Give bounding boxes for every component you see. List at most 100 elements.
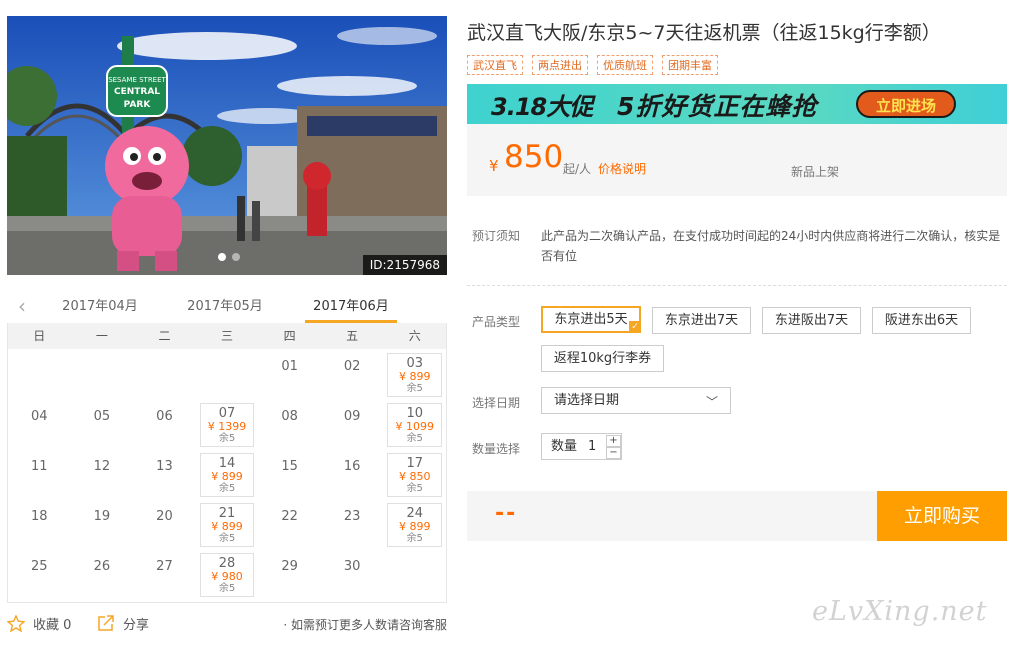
day-stock: 余5 bbox=[218, 483, 236, 494]
day-price: ¥ 980 bbox=[211, 570, 243, 583]
date-select[interactable]: 请选择日期 ﹀ bbox=[541, 387, 731, 414]
day-number: 16 bbox=[343, 459, 361, 474]
share-icon bbox=[98, 615, 114, 631]
price-explain-link[interactable]: 价格说明 bbox=[598, 160, 646, 177]
calendar-day-available[interactable]: 24 ¥ 899 余5 bbox=[383, 499, 446, 549]
calendar-day: 18 bbox=[8, 499, 71, 549]
calendar-weekday-header: 日 一 二 三 四 五 六 bbox=[8, 323, 446, 349]
day-number: 18 bbox=[31, 509, 48, 524]
calendar-day-box: 24 ¥ 899 余5 bbox=[387, 503, 443, 547]
day-number: 06 bbox=[156, 409, 173, 424]
promo-slogan: 5折好货正在蜂抢 bbox=[617, 92, 818, 121]
day-number: 05 bbox=[93, 409, 111, 424]
product-tag: 团期丰富 bbox=[662, 55, 718, 75]
calendar-day: 30 bbox=[321, 549, 384, 599]
calendar-day: 08 bbox=[258, 399, 321, 449]
calendar-day: 06 bbox=[133, 399, 196, 449]
promo-enter-button[interactable]: 立即进场 bbox=[856, 90, 956, 118]
calendar-day-box: 03 ¥ 899 余5 bbox=[387, 353, 443, 397]
product-tags: 武汉直飞 两点进出 优质航班 团期丰富 bbox=[467, 55, 718, 75]
slide-dot-2[interactable] bbox=[232, 253, 240, 261]
day-price: ¥ 899 bbox=[399, 370, 431, 383]
calendar-empty-cell bbox=[196, 349, 259, 399]
calendar-day: 23 bbox=[321, 499, 384, 549]
type-option-label: 东京进出5天 bbox=[554, 312, 628, 327]
calendar-day: 29 bbox=[258, 549, 321, 599]
share-label: 分享 bbox=[123, 618, 150, 633]
promo-event-title: 3.18大促 bbox=[491, 93, 593, 121]
type-option-osaka-tokyo-6d[interactable]: 阪进东出6天 bbox=[872, 307, 971, 334]
day-price: ¥ 1099 bbox=[395, 420, 435, 433]
slide-dot-1[interactable] bbox=[218, 253, 226, 261]
notice-label: 预订须知 bbox=[472, 229, 521, 243]
calendar-day-available[interactable]: 28 ¥ 980 余5 bbox=[196, 549, 259, 599]
day-number: 21 bbox=[218, 506, 236, 521]
plus-icon[interactable]: + bbox=[606, 435, 621, 447]
weekday-label: 二 bbox=[158, 329, 171, 343]
weekday-label: 一 bbox=[95, 329, 108, 343]
day-number: 12 bbox=[93, 459, 111, 474]
calendar-day-available[interactable]: 03 ¥ 899 余5 bbox=[383, 349, 446, 399]
type-option-tokyo-osaka-7d[interactable]: 东进阪出7天 bbox=[762, 307, 861, 334]
type-option-baggage-voucher[interactable]: 返程10kg行李券 bbox=[541, 345, 664, 372]
price-currency: ¥ bbox=[489, 157, 499, 175]
type-option-label: 阪进东出6天 bbox=[884, 313, 959, 328]
total-price: -- bbox=[495, 501, 518, 526]
weekday-label: 三 bbox=[221, 329, 234, 343]
calendar-week-row: 04 05 06 07 ¥ 1399 余5 08 09 10 ¥ 1099 余5 bbox=[8, 399, 446, 449]
type-option-tokyo-7d[interactable]: 东京进出7天 bbox=[652, 307, 751, 334]
promo-banner[interactable]: 3.18大促 5折好货正在蜂抢 立即进场 bbox=[467, 84, 1007, 124]
tab-month-2017-05[interactable]: 2017年05月 bbox=[179, 295, 271, 314]
calendar-day-available[interactable]: 17 ¥ 850 余5 bbox=[383, 449, 446, 499]
buy-now-button[interactable]: 立即购买 bbox=[877, 491, 1007, 541]
calendar-day: 12 bbox=[71, 449, 134, 499]
price-unit: 起/人 bbox=[563, 162, 592, 176]
calendar-grid: 01 02 03 ¥ 899 余5 04 05 06 07 ¥ 1399 余5 08 09 10 ¥ 109… bbox=[8, 349, 446, 599]
site-watermark: eLvXing.net bbox=[812, 596, 988, 627]
calendar-day: 04 bbox=[8, 399, 71, 449]
calendar-week-row: 25 26 27 28 ¥ 980 余5 29 30 bbox=[8, 549, 446, 599]
day-price: ¥ 899 bbox=[211, 520, 243, 533]
calendar-day: 26 bbox=[71, 549, 134, 599]
tab-month-2017-06[interactable]: 2017年06月 bbox=[305, 295, 397, 323]
type-option-tokyo-5d[interactable]: 东京进出5天 ✓ bbox=[541, 306, 641, 333]
day-number: 07 bbox=[218, 406, 236, 421]
price-box: ¥ 850 起/人 价格说明 新品上架 bbox=[467, 124, 1007, 196]
date-select-label: 选择日期 bbox=[472, 396, 521, 410]
chevron-left-icon[interactable]: ‹ bbox=[11, 294, 33, 318]
type-option-label: 东进阪出7天 bbox=[774, 313, 849, 328]
new-product-label: 新品上架 bbox=[791, 165, 840, 179]
quantity-value[interactable]: 1 bbox=[588, 434, 596, 459]
day-number: 25 bbox=[31, 559, 48, 574]
minus-icon[interactable]: − bbox=[606, 447, 621, 459]
day-number: 14 bbox=[218, 456, 236, 471]
product-photo[interactable]: SESAME STREET CENTRAL PARK ID:2157968 bbox=[7, 16, 447, 275]
park-scene-image: SESAME STREET CENTRAL PARK bbox=[7, 16, 447, 275]
calendar-day: 19 bbox=[71, 499, 134, 549]
weekday-label: 四 bbox=[283, 329, 296, 343]
calendar-day-available[interactable]: 10 ¥ 1099 余5 bbox=[383, 399, 446, 449]
weekday-label: 五 bbox=[346, 329, 359, 343]
day-price: ¥ 1399 bbox=[207, 420, 247, 433]
weekday-label: 日 bbox=[33, 329, 46, 343]
quantity-field-label: 数量 bbox=[551, 439, 578, 454]
tab-month-2017-04[interactable]: 2017年04月 bbox=[54, 295, 146, 314]
total-bar: -- bbox=[467, 491, 877, 541]
day-price: ¥ 850 bbox=[399, 470, 431, 483]
share-button[interactable]: 分享 bbox=[97, 614, 149, 633]
day-number: 28 bbox=[218, 556, 236, 571]
day-number: 19 bbox=[93, 509, 111, 524]
departure-calendar: 日 一 二 三 四 五 六 01 02 03 ¥ 899 余5 04 05 06 07 ¥ 139… bbox=[7, 323, 447, 603]
calendar-day-available[interactable]: 07 ¥ 1399 余5 bbox=[196, 399, 259, 449]
calendar-week-row: 18 19 20 21 ¥ 899 余5 22 23 24 ¥ 899 余5 bbox=[8, 499, 446, 549]
product-type-label: 产品类型 bbox=[472, 315, 521, 329]
product-title: 武汉直飞大阪/东京5~7天往返机票（往返15kg行李额） bbox=[467, 22, 941, 44]
calendar-day-available[interactable]: 21 ¥ 899 余5 bbox=[196, 499, 259, 549]
day-price: ¥ 899 bbox=[211, 470, 243, 483]
favorite-button[interactable]: 收藏 0 bbox=[7, 614, 71, 633]
calendar-day-available[interactable]: 14 ¥ 899 余5 bbox=[196, 449, 259, 499]
calendar-day: 20 bbox=[133, 499, 196, 549]
calendar-day: 16 bbox=[321, 449, 384, 499]
calendar-week-row: 11 12 13 14 ¥ 899 余5 15 16 17 ¥ 850 余5 bbox=[8, 449, 446, 499]
day-number: 11 bbox=[31, 459, 48, 474]
